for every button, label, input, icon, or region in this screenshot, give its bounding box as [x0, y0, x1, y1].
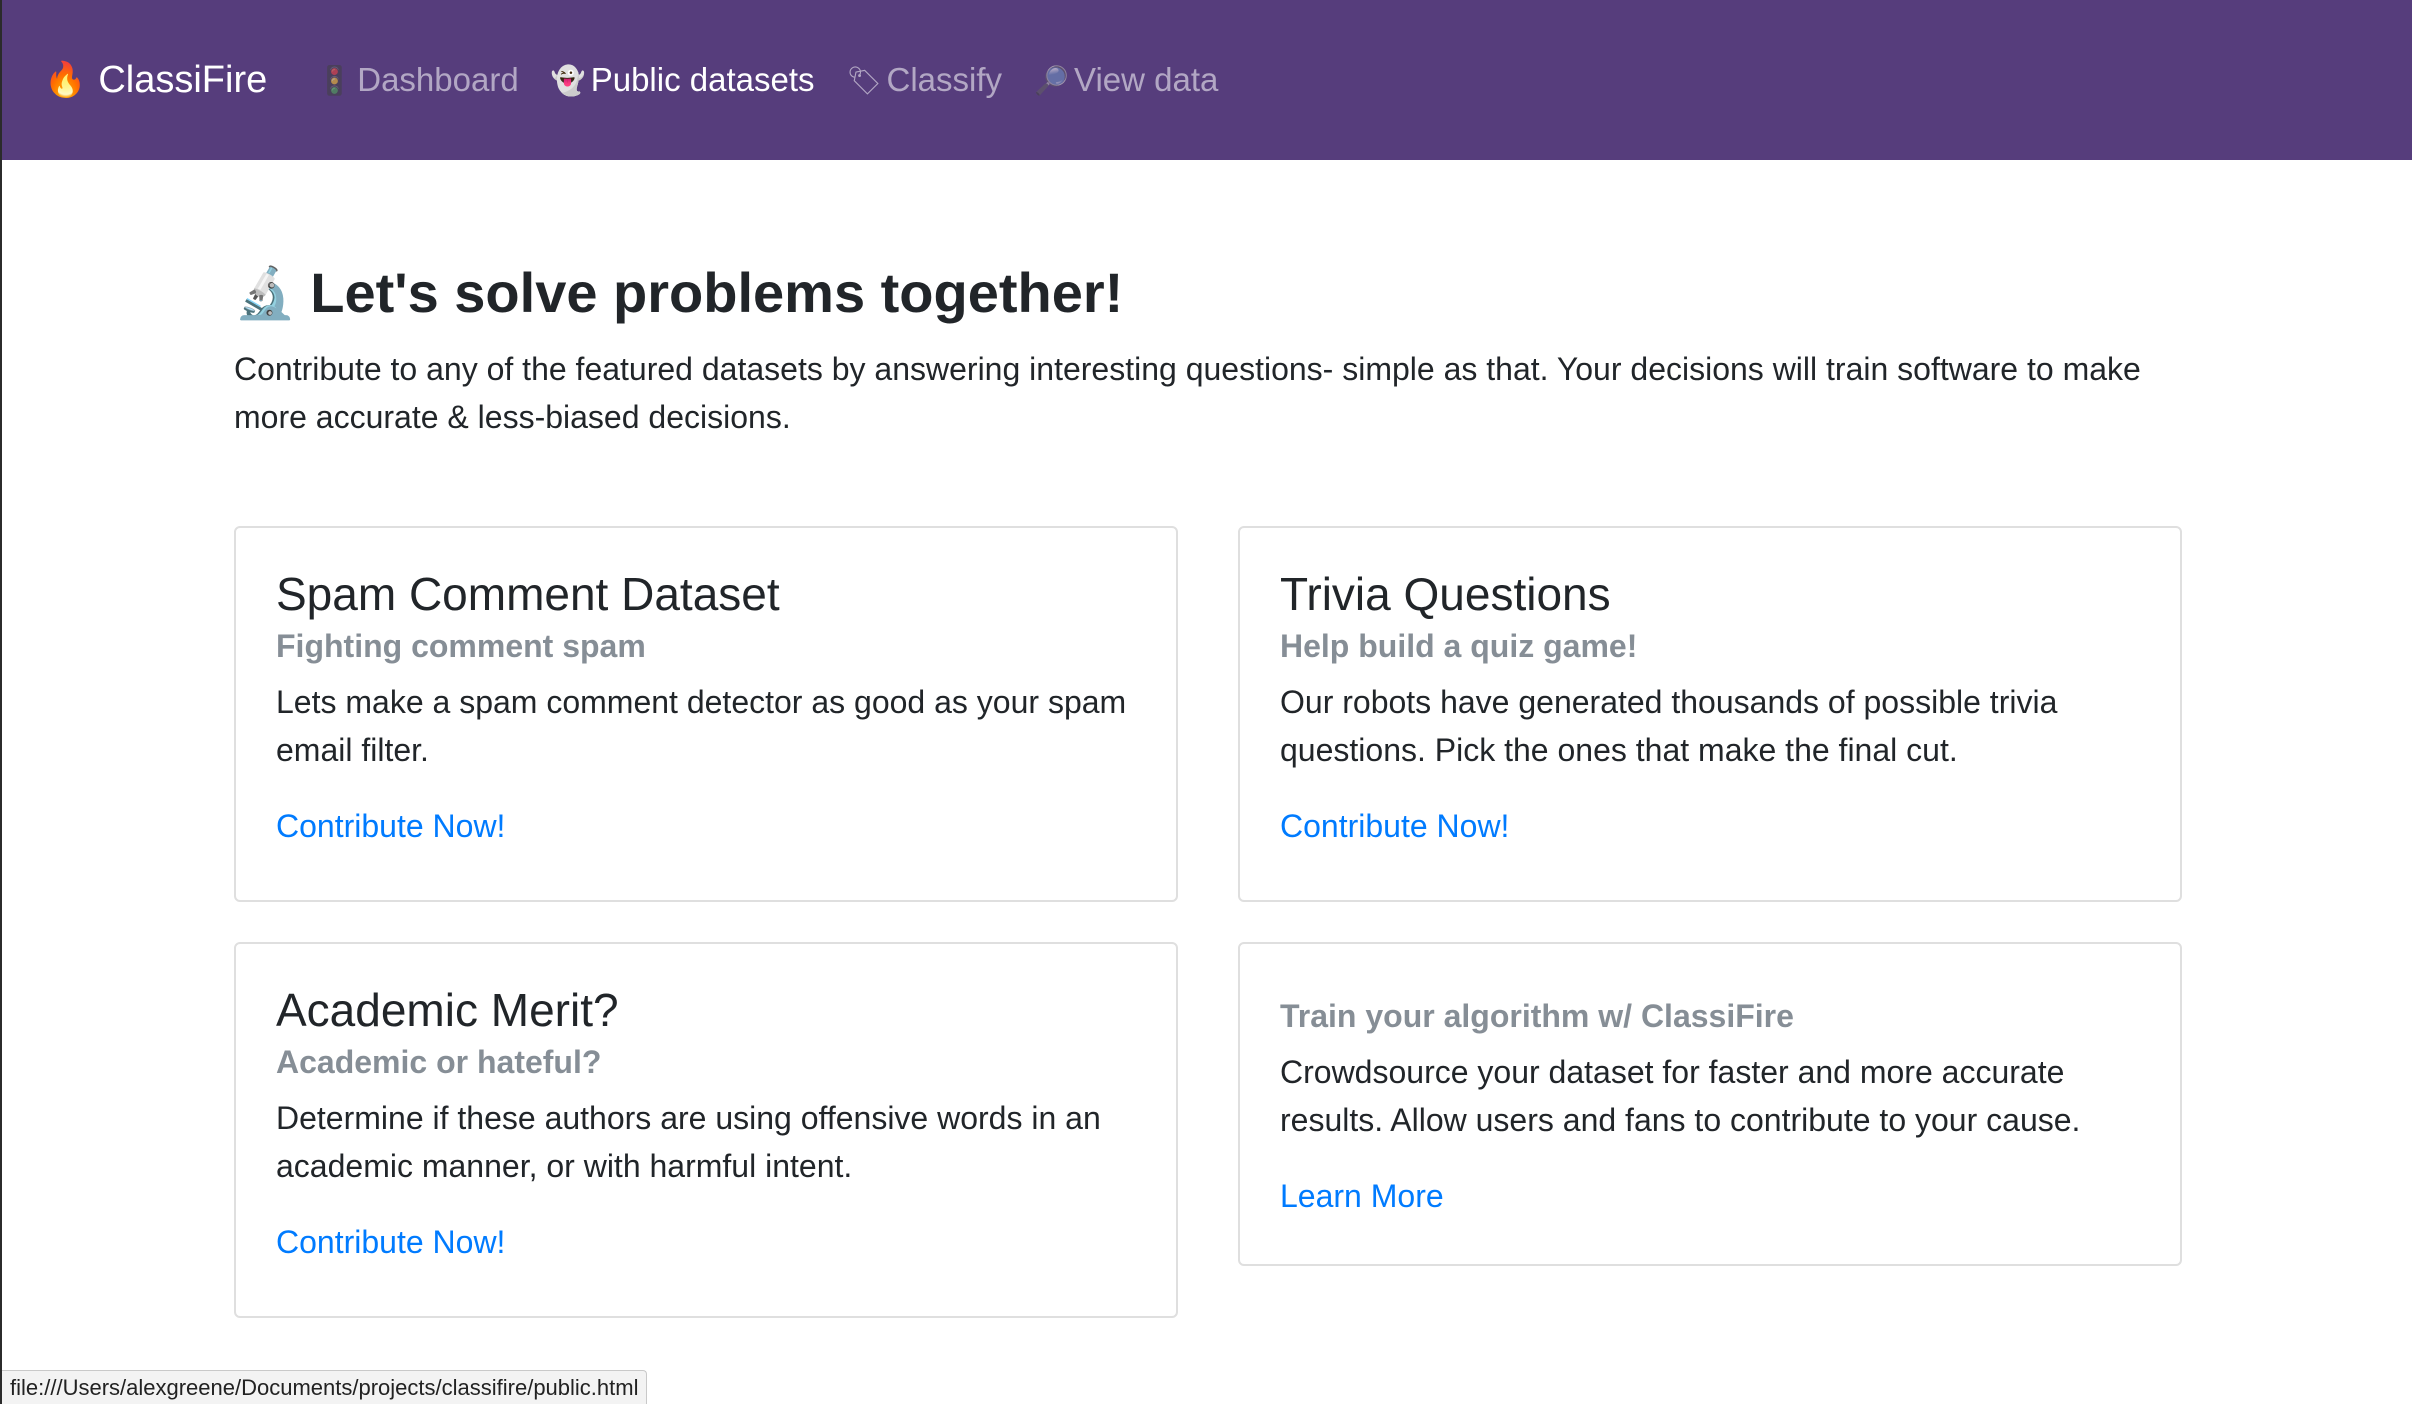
page-title-text: Let's solve problems together! — [310, 261, 1124, 324]
contribute-now-link[interactable]: Contribute Now! — [1280, 804, 1509, 848]
dataset-card-spam: Spam Comment Dataset Fighting comment sp… — [234, 526, 1178, 902]
brand-name: ClassiFire — [98, 58, 268, 101]
dataset-card-trivia: Trivia Questions Help build a quiz game!… — [1238, 526, 2182, 902]
microscope-icon: 🔬 — [234, 265, 297, 321]
browser-status-bar: file:///Users/alexgreene/Documents/proje… — [2, 1370, 648, 1404]
card-subtitle: Academic or hateful? — [276, 1044, 602, 1080]
contribute-now-link[interactable]: Contribute Now! — [276, 1220, 505, 1264]
page-lead: Contribute to any of the featured datase… — [234, 351, 2141, 435]
card-title: Spam Comment Dataset — [276, 568, 780, 620]
contribute-now-link[interactable]: Contribute Now! — [276, 804, 505, 848]
card-subtitle: Fighting comment spam — [276, 628, 646, 664]
nav-items: 🚦 Dashboard 👻 Public datasets 🏷 Classify… — [317, 61, 1250, 99]
hero-section: 🔬 Let's solve problems together! Contrib… — [234, 255, 2184, 441]
card-title: Academic Merit? — [276, 984, 619, 1036]
card-title: Trivia Questions — [1280, 568, 1611, 620]
page: 🔥 ClassiFire 🚦 Dashboard 👻 Public datase… — [0, 0, 2412, 1404]
magnifier-icon: 🔎 — [1034, 64, 1069, 96]
learn-more-link[interactable]: Learn More — [1280, 1174, 1444, 1218]
nav-item-dashboard[interactable]: 🚦 Dashboard — [317, 61, 518, 99]
nav-item-view-data[interactable]: 🔎 View data — [1034, 61, 1218, 99]
page-title: 🔬 Let's solve problems together! — [234, 255, 2184, 331]
top-navbar: 🔥 ClassiFire 🚦 Dashboard 👻 Public datase… — [2, 0, 2412, 160]
fire-icon: 🔥 — [44, 61, 87, 99]
nav-item-classify[interactable]: 🏷 Classify — [847, 61, 1003, 99]
nav-item-public-datasets[interactable]: 👻 Public datasets — [551, 61, 815, 99]
traffic-light-icon: 🚦 — [317, 64, 353, 96]
card-subtitle: Help build a quiz game! — [1280, 628, 1638, 664]
nav-item-label: View data — [1074, 61, 1219, 98]
card-text: Our robots have generated thousands of p… — [1280, 684, 2058, 768]
card-text: Crowdsource your dataset for faster and … — [1280, 1054, 2081, 1138]
nav-item-label: Classify — [886, 61, 1003, 98]
promo-card-train-algorithm: Train your algorithm w/ ClassiFire Crowd… — [1238, 942, 2182, 1266]
card-text: Lets make a spam comment detector as goo… — [276, 684, 1127, 768]
ghost-icon: 👻 — [550, 64, 586, 96]
tag-icon: 🏷 — [846, 64, 883, 96]
nav-item-label: Public datasets — [590, 61, 815, 98]
card-subtitle: Train your algorithm w/ ClassiFire — [1280, 998, 1794, 1034]
brand-link[interactable]: 🔥 ClassiFire — [44, 59, 267, 102]
card-text: Determine if these authors are using off… — [276, 1100, 1101, 1184]
nav-item-label: Dashboard — [357, 61, 519, 98]
dataset-card-academic-merit: Academic Merit? Academic or hateful? Det… — [234, 942, 1178, 1318]
